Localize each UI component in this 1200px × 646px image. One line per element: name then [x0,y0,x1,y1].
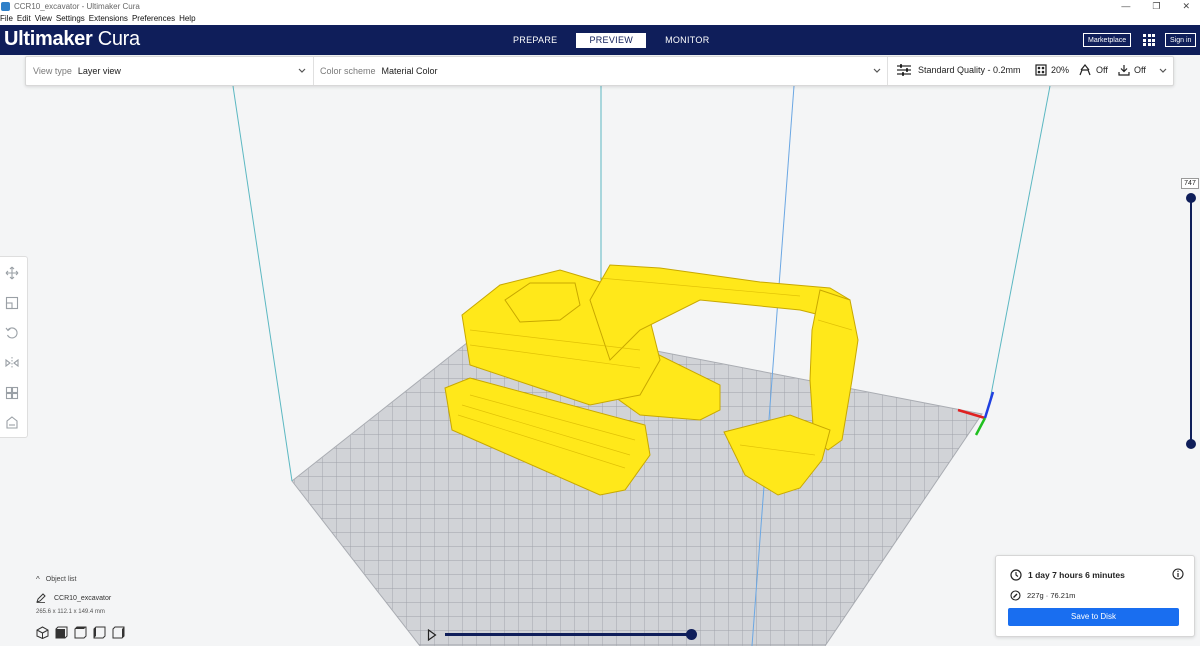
layer-slider-lower-handle[interactable] [1186,439,1196,449]
menu-view[interactable]: View [35,14,52,23]
support-icon [1079,64,1091,76]
object-dimensions: 265.6 x 112.1 x 149.4 mm [36,609,105,615]
settings-bar: View type Layer view Color scheme Materi… [25,56,1174,86]
print-time-row: 1 day 7 hours 6 minutes [1010,569,1125,581]
scale-icon[interactable] [5,296,19,310]
move-icon[interactable] [5,266,19,280]
axis-z [983,391,995,419]
rotate-icon[interactable] [5,326,19,340]
infill-icon [1035,64,1047,76]
marketplace-button[interactable]: Marketplace [1083,33,1132,47]
window-titlebar: CCR10_excavator - Ultimaker Cura — ❐ ✕ [0,0,1200,12]
menu-file[interactable]: File [0,14,13,23]
chevron-down-icon[interactable] [1158,65,1168,75]
print-information-panel: 1 day 7 hours 6 minutes 227g · 76.21m Sa… [995,555,1195,637]
view-type-label: View type [33,66,72,76]
simulation-progress-handle[interactable] [686,629,697,640]
3d-view-icon[interactable] [36,626,49,639]
maximize-button[interactable]: ❐ [1152,0,1160,12]
print-time: 1 day 7 hours 6 minutes [1028,570,1125,580]
window-title: CCR10_excavator - Ultimaker Cura [14,1,140,11]
color-scheme-value: Material Color [381,66,438,76]
right-view-icon[interactable] [112,626,125,639]
info-icon[interactable] [1172,568,1184,580]
tab-monitor[interactable]: MONITOR [652,33,722,48]
top-view-icon[interactable] [74,626,87,639]
view-type-selector[interactable]: View type Layer view [33,57,121,85]
close-button[interactable]: ✕ [1182,0,1190,12]
adhesion-icon [1118,65,1130,76]
cura-app-icon [1,1,10,11]
support-indicator[interactable]: Off [1078,64,1108,76]
menu-preferences[interactable]: Preferences [132,14,175,23]
object-list-label: Object list [45,576,77,583]
minimize-button[interactable]: — [1121,0,1130,12]
volume-edge [232,85,293,482]
layer-slider-upper-handle[interactable] [1186,193,1196,203]
pencil-icon[interactable] [36,593,46,603]
app-logo: Ultimaker Cura [4,28,140,50]
chevron-up-icon: ^ [36,575,40,584]
menu-edit[interactable]: Edit [17,14,31,23]
per-model-settings-icon[interactable] [5,386,19,400]
chevron-down-icon[interactable] [297,65,307,75]
spool-icon [1010,590,1021,601]
divider [887,57,888,85]
menu-bar: File Edit View Settings Extensions Prefe… [0,12,1200,25]
apps-grid-icon[interactable] [1143,34,1155,46]
play-icon[interactable] [427,629,437,641]
color-scheme-label: Color scheme [320,66,376,76]
menu-settings[interactable]: Settings [56,14,85,23]
object-list-toggle[interactable]: ^ Object list [36,575,77,584]
sliders-icon [897,64,911,76]
material-usage-row: 227g · 76.21m [1010,590,1075,601]
divider [313,57,314,85]
stage-tabs: PREPARE PREVIEW MONITOR [500,33,723,48]
save-to-disk-button[interactable]: Save to Disk [1008,608,1179,626]
layer-slider-track[interactable] [1190,197,1192,444]
view-type-value: Layer view [77,66,121,76]
simulation-progress-track[interactable] [445,633,691,636]
menu-help[interactable]: Help [179,14,195,23]
quality-label: Standard Quality - 0.2mm [918,65,1021,75]
print-settings-button[interactable]: Standard Quality - 0.2mm [896,63,1021,77]
layer-number-field[interactable]: 747 [1181,178,1199,189]
window-controls: — ❐ ✕ [1121,0,1190,12]
mirror-icon[interactable] [5,356,19,370]
infill-indicator[interactable]: 20% [1035,64,1069,76]
adhesion-indicator[interactable]: Off [1118,64,1146,76]
object-name: CCR10_excavator [54,594,112,602]
color-scheme-selector[interactable]: Color scheme Material Color [320,57,438,85]
sign-in-button[interactable]: Sign in [1165,33,1197,47]
support-value: Off [1096,65,1108,75]
chevron-down-icon[interactable] [872,65,882,75]
tool-bar [0,256,28,438]
volume-edge [989,85,1051,401]
front-view-icon[interactable] [55,626,68,639]
clock-icon [1010,569,1022,581]
tab-preview[interactable]: PREVIEW [576,33,647,48]
object-row[interactable]: CCR10_excavator [36,593,111,603]
camera-view-buttons [36,626,125,639]
left-view-icon[interactable] [93,626,106,639]
adhesion-value: Off [1134,65,1146,75]
material-usage: 227g · 76.21m [1027,591,1076,600]
infill-value: 20% [1051,65,1070,75]
tab-prepare[interactable]: PREPARE [500,33,570,48]
menu-extensions[interactable]: Extensions [89,14,128,23]
support-blocker-icon[interactable] [5,416,19,430]
app-header: Ultimaker Cura PREPARE PREVIEW MONITOR M… [0,25,1200,55]
